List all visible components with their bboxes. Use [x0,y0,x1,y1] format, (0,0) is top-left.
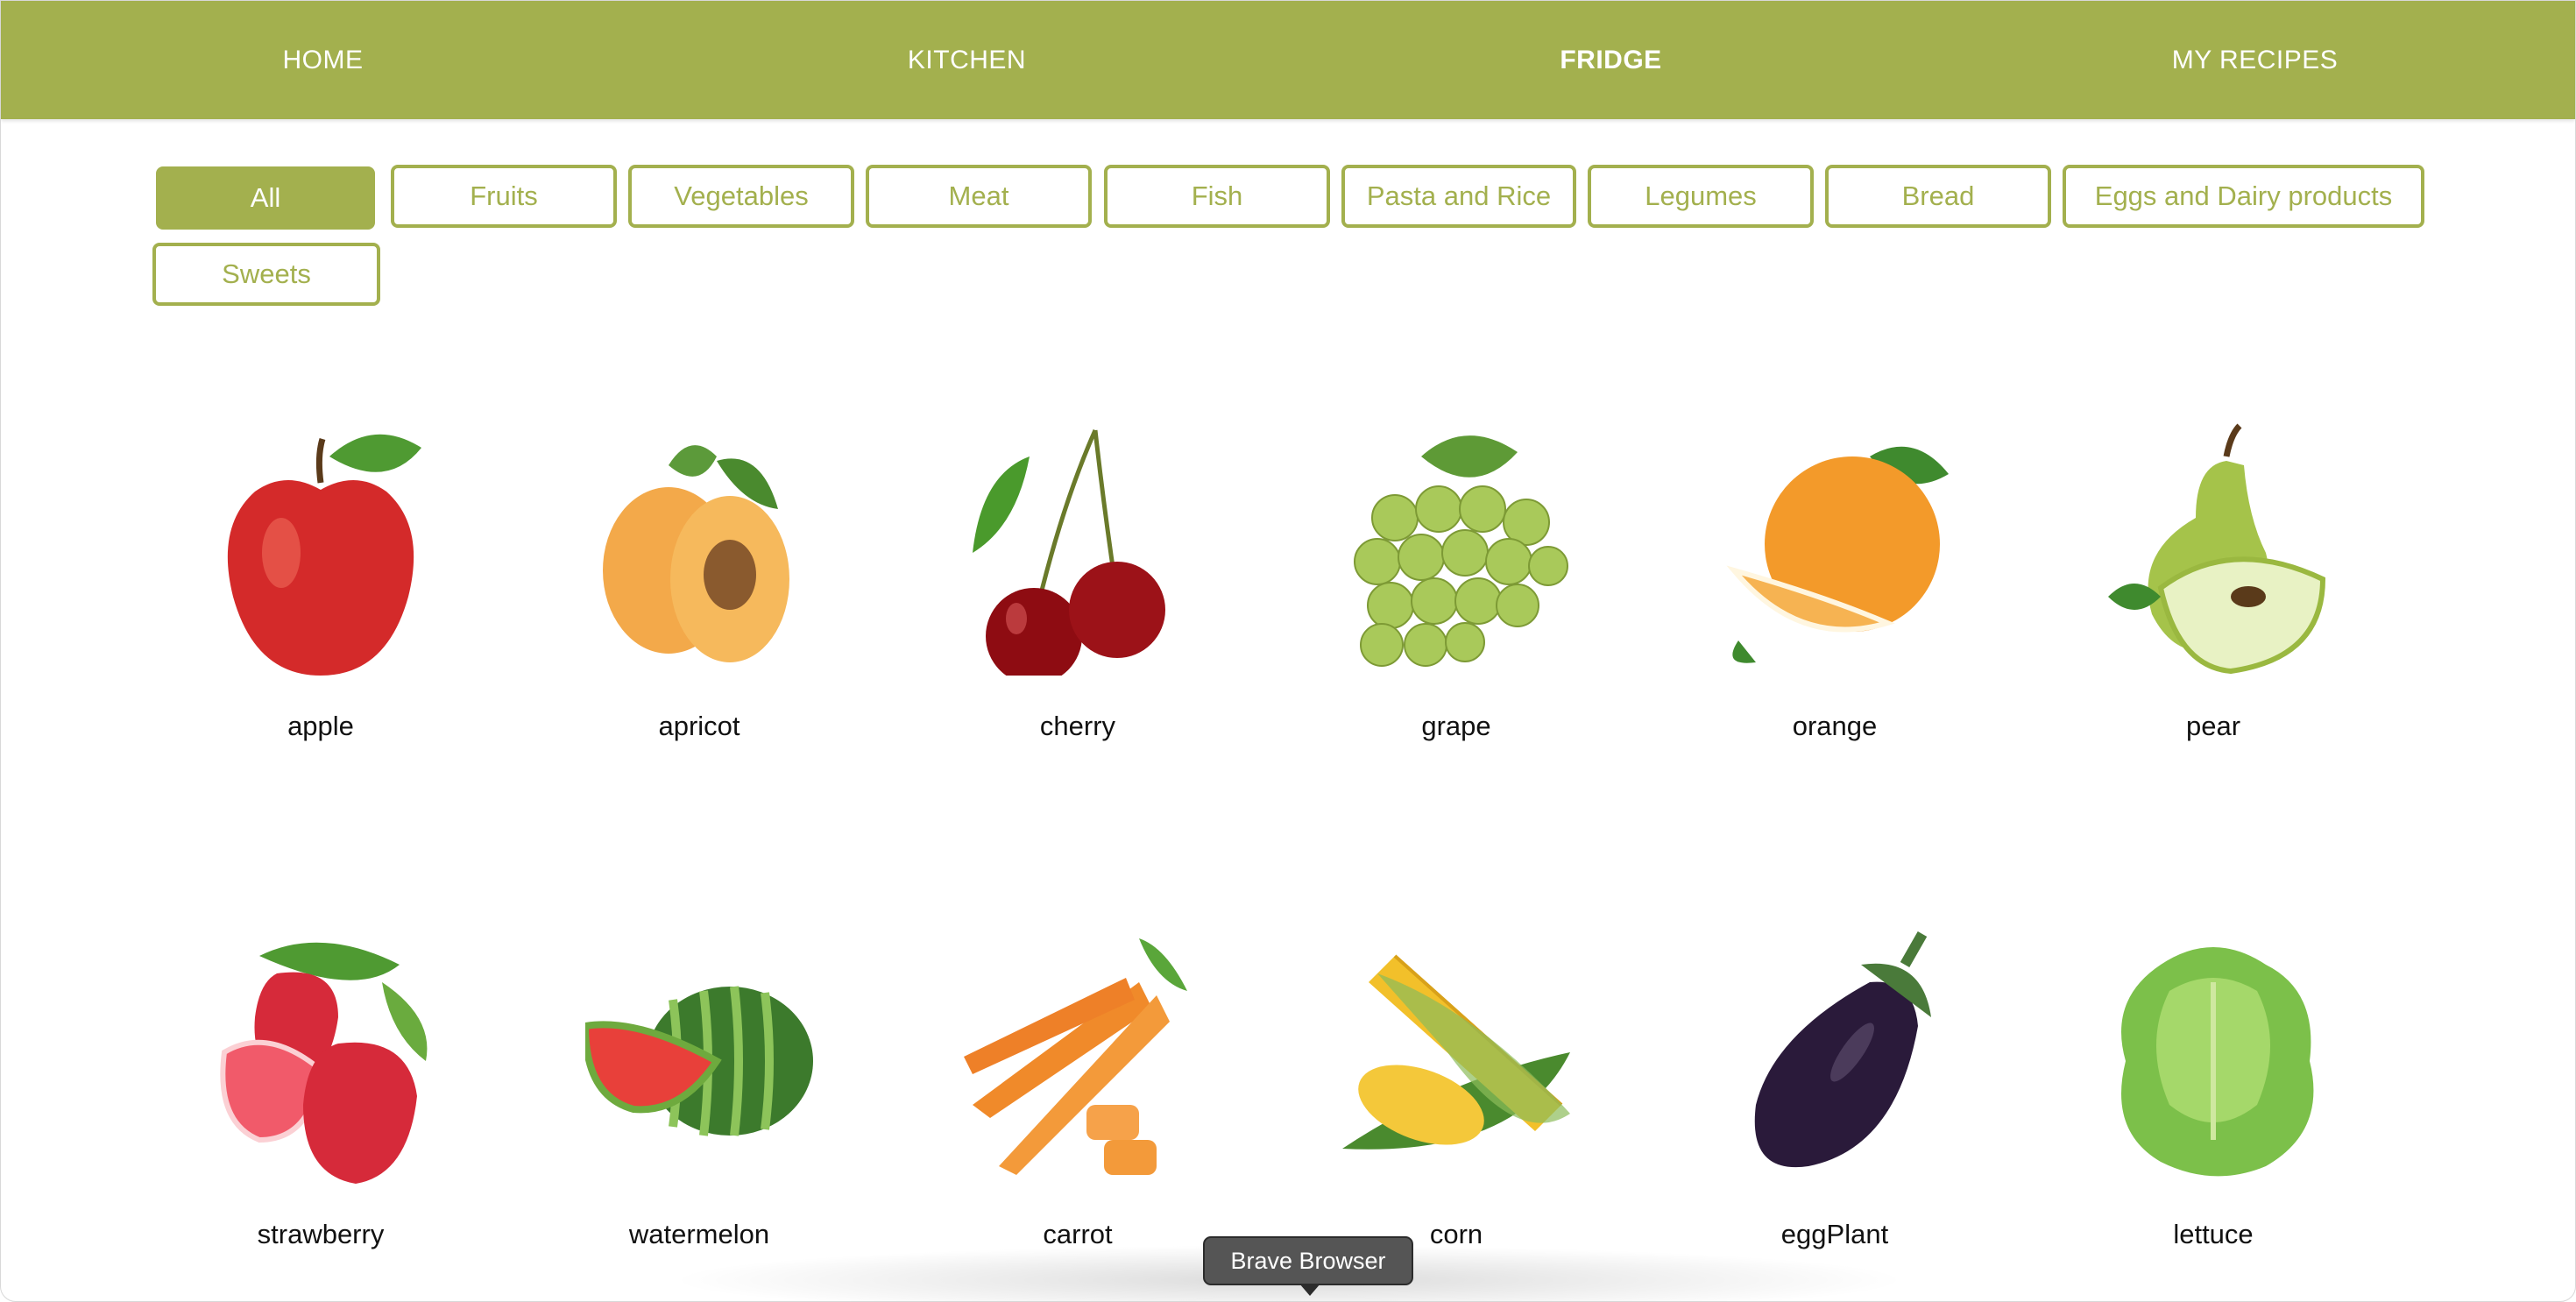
filter-pasta-rice-button[interactable]: Pasta and Rice [1341,165,1576,228]
nav-my-recipes-link[interactable]: MY RECIPES [1933,1,2575,119]
ingredient-label: orange [1792,711,1878,741]
ingredient-label: grape [1421,711,1491,741]
ingredient-card-orange[interactable]: orange [1651,421,2019,789]
nav-kitchen-link[interactable]: KITCHEN [645,1,1289,119]
pear-icon [2108,423,2326,675]
ingredient-card-pear[interactable]: pear [2029,421,2397,789]
filter-all-button[interactable]: All [156,166,375,230]
filter-fish-button[interactable]: Fish [1104,165,1330,228]
ingredient-card-lettuce[interactable]: lettuce [2029,930,2397,1298]
cherry-icon [973,428,1165,676]
ingredient-label: apple [287,711,354,741]
filter-bread-button[interactable]: Bread [1825,165,2051,228]
lettuce-icon [2121,947,2314,1177]
filter-meat-button[interactable]: Meat [866,165,1092,228]
ingredient-card-strawberry[interactable]: strawberry [137,930,505,1298]
ingredient-label: lettuce [2173,1219,2254,1249]
filter-eggs-dairy-button[interactable]: Eggs and Dairy products [2063,165,2424,228]
filter-fruits-button[interactable]: Fruits [391,165,617,228]
nav-home-link[interactable]: HOME [1,1,645,119]
carrot-icon [964,938,1187,1175]
orange-icon [1726,446,1949,663]
browser-viewport: HOME KITCHEN FRIDGE MY RECIPES All Fruit… [0,0,2576,1302]
ingredient-card-watermelon[interactable]: watermelon [515,930,883,1298]
filter-vegetables-button[interactable]: Vegetables [628,165,854,228]
watermelon-icon [585,986,813,1136]
eggplant-icon [1754,931,1931,1168]
ingredient-label: cherry [1039,711,1116,741]
ingredient-card-apple[interactable]: apple [137,421,505,789]
filter-legumes-button[interactable]: Legumes [1588,165,1814,228]
ingredient-card-eggplant[interactable]: eggPlant [1651,930,2019,1298]
ingredient-label: strawberry [257,1219,385,1249]
tooltip-arrow-icon [1299,1284,1320,1296]
dock-tooltip: Brave Browser [1203,1236,1413,1285]
grape-icon [1354,435,1568,667]
ingredient-card-apricot[interactable]: apricot [515,421,883,789]
ingredient-label: apricot [658,711,740,741]
nav-fridge-link[interactable]: FRIDGE [1289,1,1933,119]
corn-icon [1342,954,1570,1150]
strawberry-icon [220,942,428,1184]
top-navbar: HOME KITCHEN FRIDGE MY RECIPES [1,1,2575,119]
filter-sweets-button[interactable]: Sweets [152,243,380,306]
apple-icon [227,434,421,676]
ingredient-card-grape[interactable]: grape [1272,421,1640,789]
ingredient-label: pear [2185,711,2241,741]
ingredient-card-cherry[interactable]: cherry [894,421,1262,789]
apricot-icon [603,445,789,662]
